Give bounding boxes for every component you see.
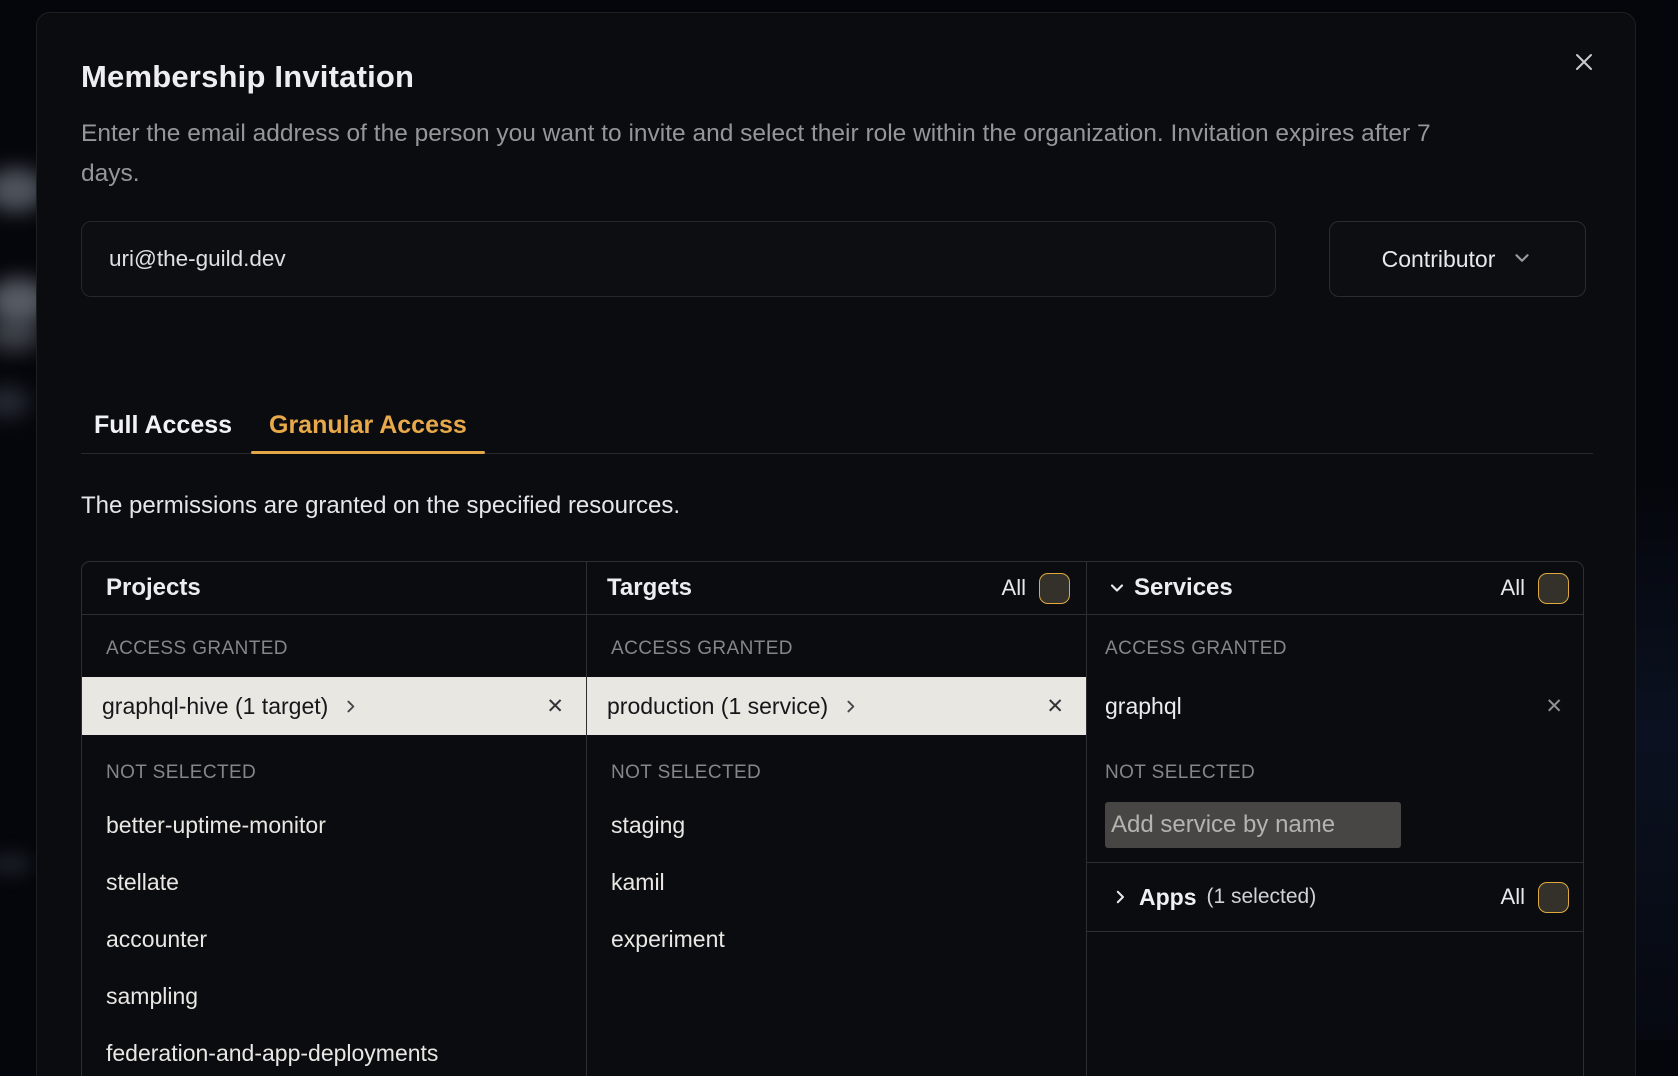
targets-all-label: All: [1002, 575, 1026, 601]
apps-all-label: All: [1501, 884, 1525, 910]
apps-group-label: Apps: [1139, 884, 1197, 911]
active-tab-underline: [251, 451, 485, 454]
permissions-note: The permissions are granted on the speci…: [81, 492, 680, 520]
spacer: [587, 785, 1086, 797]
services-granted-name: graphql: [1105, 693, 1182, 720]
dialog-description: Enter the email address of the person yo…: [81, 114, 1493, 194]
membership-invitation-dialog: Membership Invitation Enter the email ad…: [36, 12, 1636, 1076]
projects-granted-row[interactable]: graphql-hive (1 target) ✕: [82, 677, 586, 735]
apps-all-checkbox[interactable]: [1538, 882, 1569, 913]
tab-full-access[interactable]: Full Access: [94, 411, 232, 441]
targets-access-granted-label: ACCESS GRANTED: [587, 637, 1086, 661]
invite-email-input[interactable]: [81, 221, 1276, 297]
project-item[interactable]: accounter: [82, 911, 586, 968]
services-column-header: Services All: [1086, 562, 1584, 614]
chevron-right-icon: [842, 698, 859, 715]
tab-granular-access[interactable]: Granular Access: [269, 411, 467, 441]
targets-granted-row[interactable]: production (1 service) ✕: [587, 677, 1086, 735]
projects-granted-name: graphql-hive (1 target): [102, 693, 328, 720]
background-blur-blob: [0, 386, 30, 418]
chevron-down-icon: [1511, 247, 1533, 275]
projects-header-label: Projects: [106, 574, 201, 602]
project-item[interactable]: better-uptime-monitor: [82, 797, 586, 854]
role-select[interactable]: Contributor: [1329, 221, 1586, 297]
projects-column: ACCESS GRANTED graphql-hive (1 target) ✕…: [82, 615, 586, 1076]
remove-target-icon[interactable]: ✕: [1046, 696, 1064, 717]
services-granted-row[interactable]: graphql ✕: [1087, 677, 1584, 735]
dialog-title: Membership Invitation: [81, 59, 414, 95]
remove-service-icon[interactable]: ✕: [1545, 696, 1563, 717]
targets-all-checkbox[interactable]: [1039, 573, 1070, 604]
targets-column-header: Targets All: [586, 562, 1086, 614]
apps-expand-chevron-right-icon[interactable]: [1111, 888, 1129, 906]
project-item[interactable]: stellate: [82, 854, 586, 911]
targets-not-selected-label: NOT SELECTED: [587, 761, 1086, 785]
resources-table-body: ACCESS GRANTED graphql-hive (1 target) ✕…: [82, 615, 1583, 1076]
spacer: [82, 785, 586, 797]
projects-column-header: Projects: [82, 562, 586, 614]
add-service-input[interactable]: [1105, 802, 1401, 848]
services-column: ACCESS GRANTED graphql ✕ NOT SELECTED Ap…: [1086, 615, 1584, 1076]
resources-table: Projects Targets All Services All: [81, 561, 1584, 1076]
projects-not-selected-label: NOT SELECTED: [82, 761, 586, 785]
remove-project-icon[interactable]: ✕: [546, 696, 564, 717]
target-item[interactable]: staging: [587, 797, 1086, 854]
services-all-checkbox[interactable]: [1538, 573, 1569, 604]
targets-header-label: Targets: [607, 574, 692, 602]
chevron-right-icon: [342, 698, 359, 715]
services-collapse-chevron-down-icon[interactable]: [1107, 578, 1127, 598]
close-icon[interactable]: [1564, 42, 1604, 82]
services-all-label: All: [1501, 575, 1525, 601]
project-item[interactable]: federation-and-app-deployments: [82, 1025, 586, 1076]
resources-table-header: Projects Targets All Services All: [82, 562, 1583, 615]
project-item[interactable]: sampling: [82, 968, 586, 1025]
projects-access-granted-label: ACCESS GRANTED: [82, 637, 586, 661]
targets-column: ACCESS GRANTED production (1 service) ✕ …: [586, 615, 1086, 1076]
target-item[interactable]: experiment: [587, 911, 1086, 968]
target-item[interactable]: kamil: [587, 854, 1086, 911]
background-blur-blob: [0, 852, 32, 876]
services-not-selected-label: NOT SELECTED: [1087, 761, 1584, 785]
services-access-granted-label: ACCESS GRANTED: [1087, 637, 1584, 661]
services-header-label: Services: [1134, 574, 1233, 602]
apps-group-row[interactable]: Apps (1 selected) All: [1087, 862, 1584, 932]
apps-selected-count: (1 selected): [1207, 885, 1317, 909]
role-select-value: Contributor: [1382, 246, 1496, 273]
targets-granted-name: production (1 service): [607, 693, 828, 720]
background-tint: [1632, 480, 1678, 1040]
